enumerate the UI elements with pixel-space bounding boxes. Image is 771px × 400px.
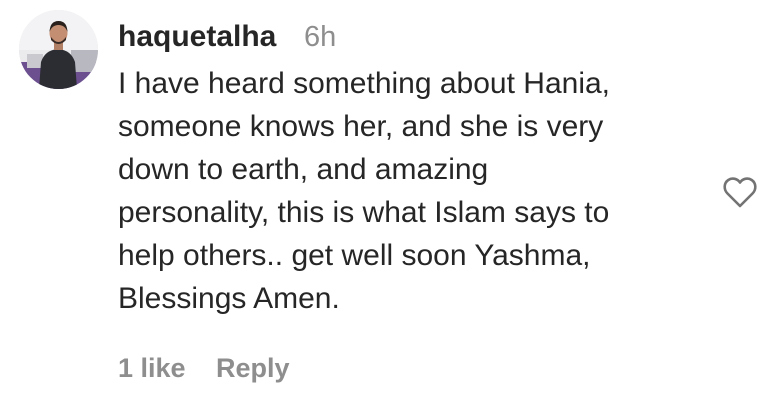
comment-body: I have heard something about Hania, some… [118, 62, 718, 320]
like-button[interactable] [720, 172, 760, 212]
comment-text-line: help others.. get well soon Yashma, [118, 239, 591, 272]
reply-button[interactable]: Reply [216, 350, 290, 386]
comment-text-line: down to earth, and amazing [118, 153, 489, 186]
comment-timestamp[interactable]: 6h [304, 19, 336, 55]
comment-text-line: I have heard something about Hania, [118, 67, 610, 100]
comment-text-line: Blessings Amen. [118, 282, 340, 315]
heart-outline-icon [723, 177, 757, 208]
comment-text-line: someone knows her, and she is very [118, 110, 604, 143]
avatar[interactable] [19, 10, 98, 89]
comment-text-line: personality, this is what Islam says to [118, 196, 610, 229]
likes-count[interactable]: 1 like [118, 350, 186, 386]
comment-item: haquetalha 6h I have heard something abo… [0, 0, 771, 400]
comment-username[interactable]: haquetalha [118, 19, 276, 55]
profile-photo-icon [19, 10, 98, 89]
